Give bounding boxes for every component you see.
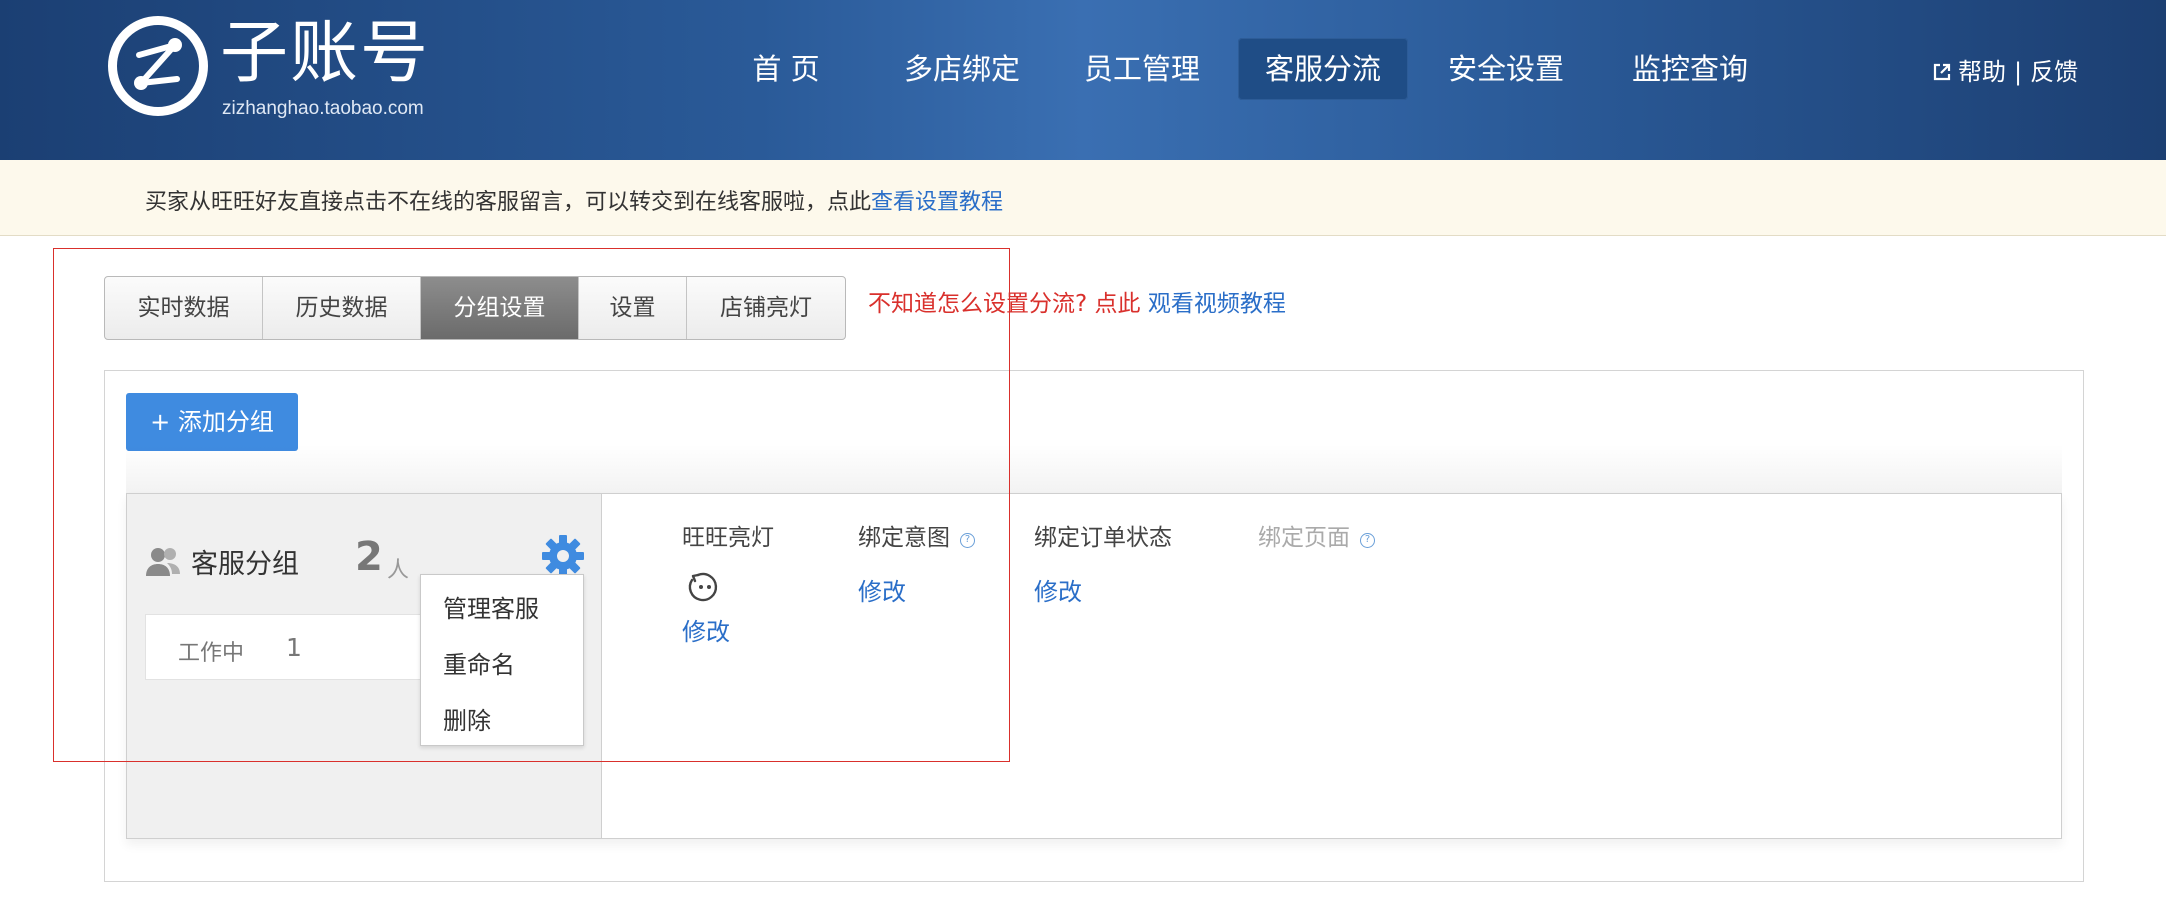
divider-shadow: [126, 444, 2062, 494]
tab-help-text: 不知道怎么设置分流? 点此: [868, 291, 1141, 317]
working-count: 1: [286, 633, 302, 662]
video-tutorial-link[interactable]: 观看视频教程: [1148, 291, 1286, 317]
info-icon[interactable]: ?: [1360, 533, 1375, 548]
nav-item-monitor[interactable]: 监控查询: [1610, 38, 1770, 100]
nav-item-staff[interactable]: 员工管理: [1062, 38, 1222, 100]
gear-icon[interactable]: [541, 534, 585, 578]
tab-store-light[interactable]: 店铺亮灯: [687, 277, 845, 339]
menu-item-manage-cs[interactable]: 管理客服: [443, 589, 539, 624]
group-name: 客服分组: [191, 549, 299, 580]
logo[interactable]: 子账号 zizhanghao.taobao.com: [108, 14, 448, 124]
col-wangwang-light: 旺旺亮灯: [682, 525, 774, 551]
notice-text: 买家从旺旺好友直接点击不在线的客服留言，可以转交到在线客服啦，点此查看设置教程: [145, 184, 1003, 216]
col-bind-intent-label: 绑定意图: [858, 525, 950, 551]
working-status: 工作中 1: [145, 614, 445, 680]
nav-item-home[interactable]: 首 页: [736, 38, 836, 100]
nav-item-multi-store[interactable]: 多店绑定: [882, 38, 1042, 100]
top-header: 子账号 zizhanghao.taobao.com 首 页 多店绑定 员工管理 …: [0, 0, 2166, 160]
add-group-button[interactable]: + 添加分组: [126, 393, 298, 451]
users-icon: [146, 548, 180, 576]
col-bind-page-label: 绑定页面: [1258, 525, 1350, 551]
logo-subtitle: zizhanghao.taobao.com: [222, 98, 424, 119]
tab-realtime-data[interactable]: 实时数据: [105, 277, 263, 339]
feedback-link[interactable]: 反馈: [2030, 58, 2078, 86]
nav-item-security[interactable]: 安全设置: [1426, 38, 1586, 100]
wangwang-icon: [688, 572, 718, 602]
col-bind-order-status: 绑定订单状态: [1034, 525, 1172, 551]
tab-help: 不知道怎么设置分流? 点此 观看视频教程: [868, 284, 1286, 318]
edit-wangwang-light-link[interactable]: 修改: [682, 612, 730, 647]
nav-item-cs-routing[interactable]: 客服分流: [1238, 38, 1408, 100]
help-feedback: 帮助 | 反馈: [1932, 52, 2078, 87]
notice-message: 买家从旺旺好友直接点击不在线的客服留言，可以转交到在线客服啦，点此: [145, 190, 872, 215]
logo-mark-icon: [108, 16, 208, 116]
col-bind-page: 绑定页面?: [1258, 518, 1375, 552]
edit-bind-intent-link[interactable]: 修改: [858, 572, 906, 607]
separator: |: [2014, 58, 2023, 86]
tab-settings[interactable]: 设置: [579, 277, 687, 339]
help-link[interactable]: 帮助: [1958, 58, 2006, 86]
group-member-count: 2: [355, 534, 383, 580]
group-member-unit: 人: [387, 558, 410, 583]
view-tutorial-link[interactable]: 查看设置教程: [871, 190, 1003, 215]
tab-bar: 实时数据 历史数据 分组设置 设置 店铺亮灯: [104, 276, 846, 340]
edit-order-status-link[interactable]: 修改: [1034, 572, 1082, 607]
menu-item-rename[interactable]: 重命名: [443, 645, 515, 680]
info-icon[interactable]: ?: [960, 533, 975, 548]
col-bind-intent: 绑定意图?: [858, 518, 975, 552]
external-link-icon: [1933, 63, 1951, 81]
group-actions-menu: 管理客服 重命名 删除: [420, 574, 584, 746]
tab-group-settings[interactable]: 分组设置: [421, 277, 579, 339]
logo-title: 子账号: [220, 14, 431, 93]
menu-item-delete[interactable]: 删除: [443, 701, 491, 736]
tab-history-data[interactable]: 历史数据: [263, 277, 421, 339]
notice-bar: 买家从旺旺好友直接点击不在线的客服留言，可以转交到在线客服啦，点此查看设置教程: [0, 160, 2166, 236]
working-label: 工作中: [178, 641, 245, 666]
